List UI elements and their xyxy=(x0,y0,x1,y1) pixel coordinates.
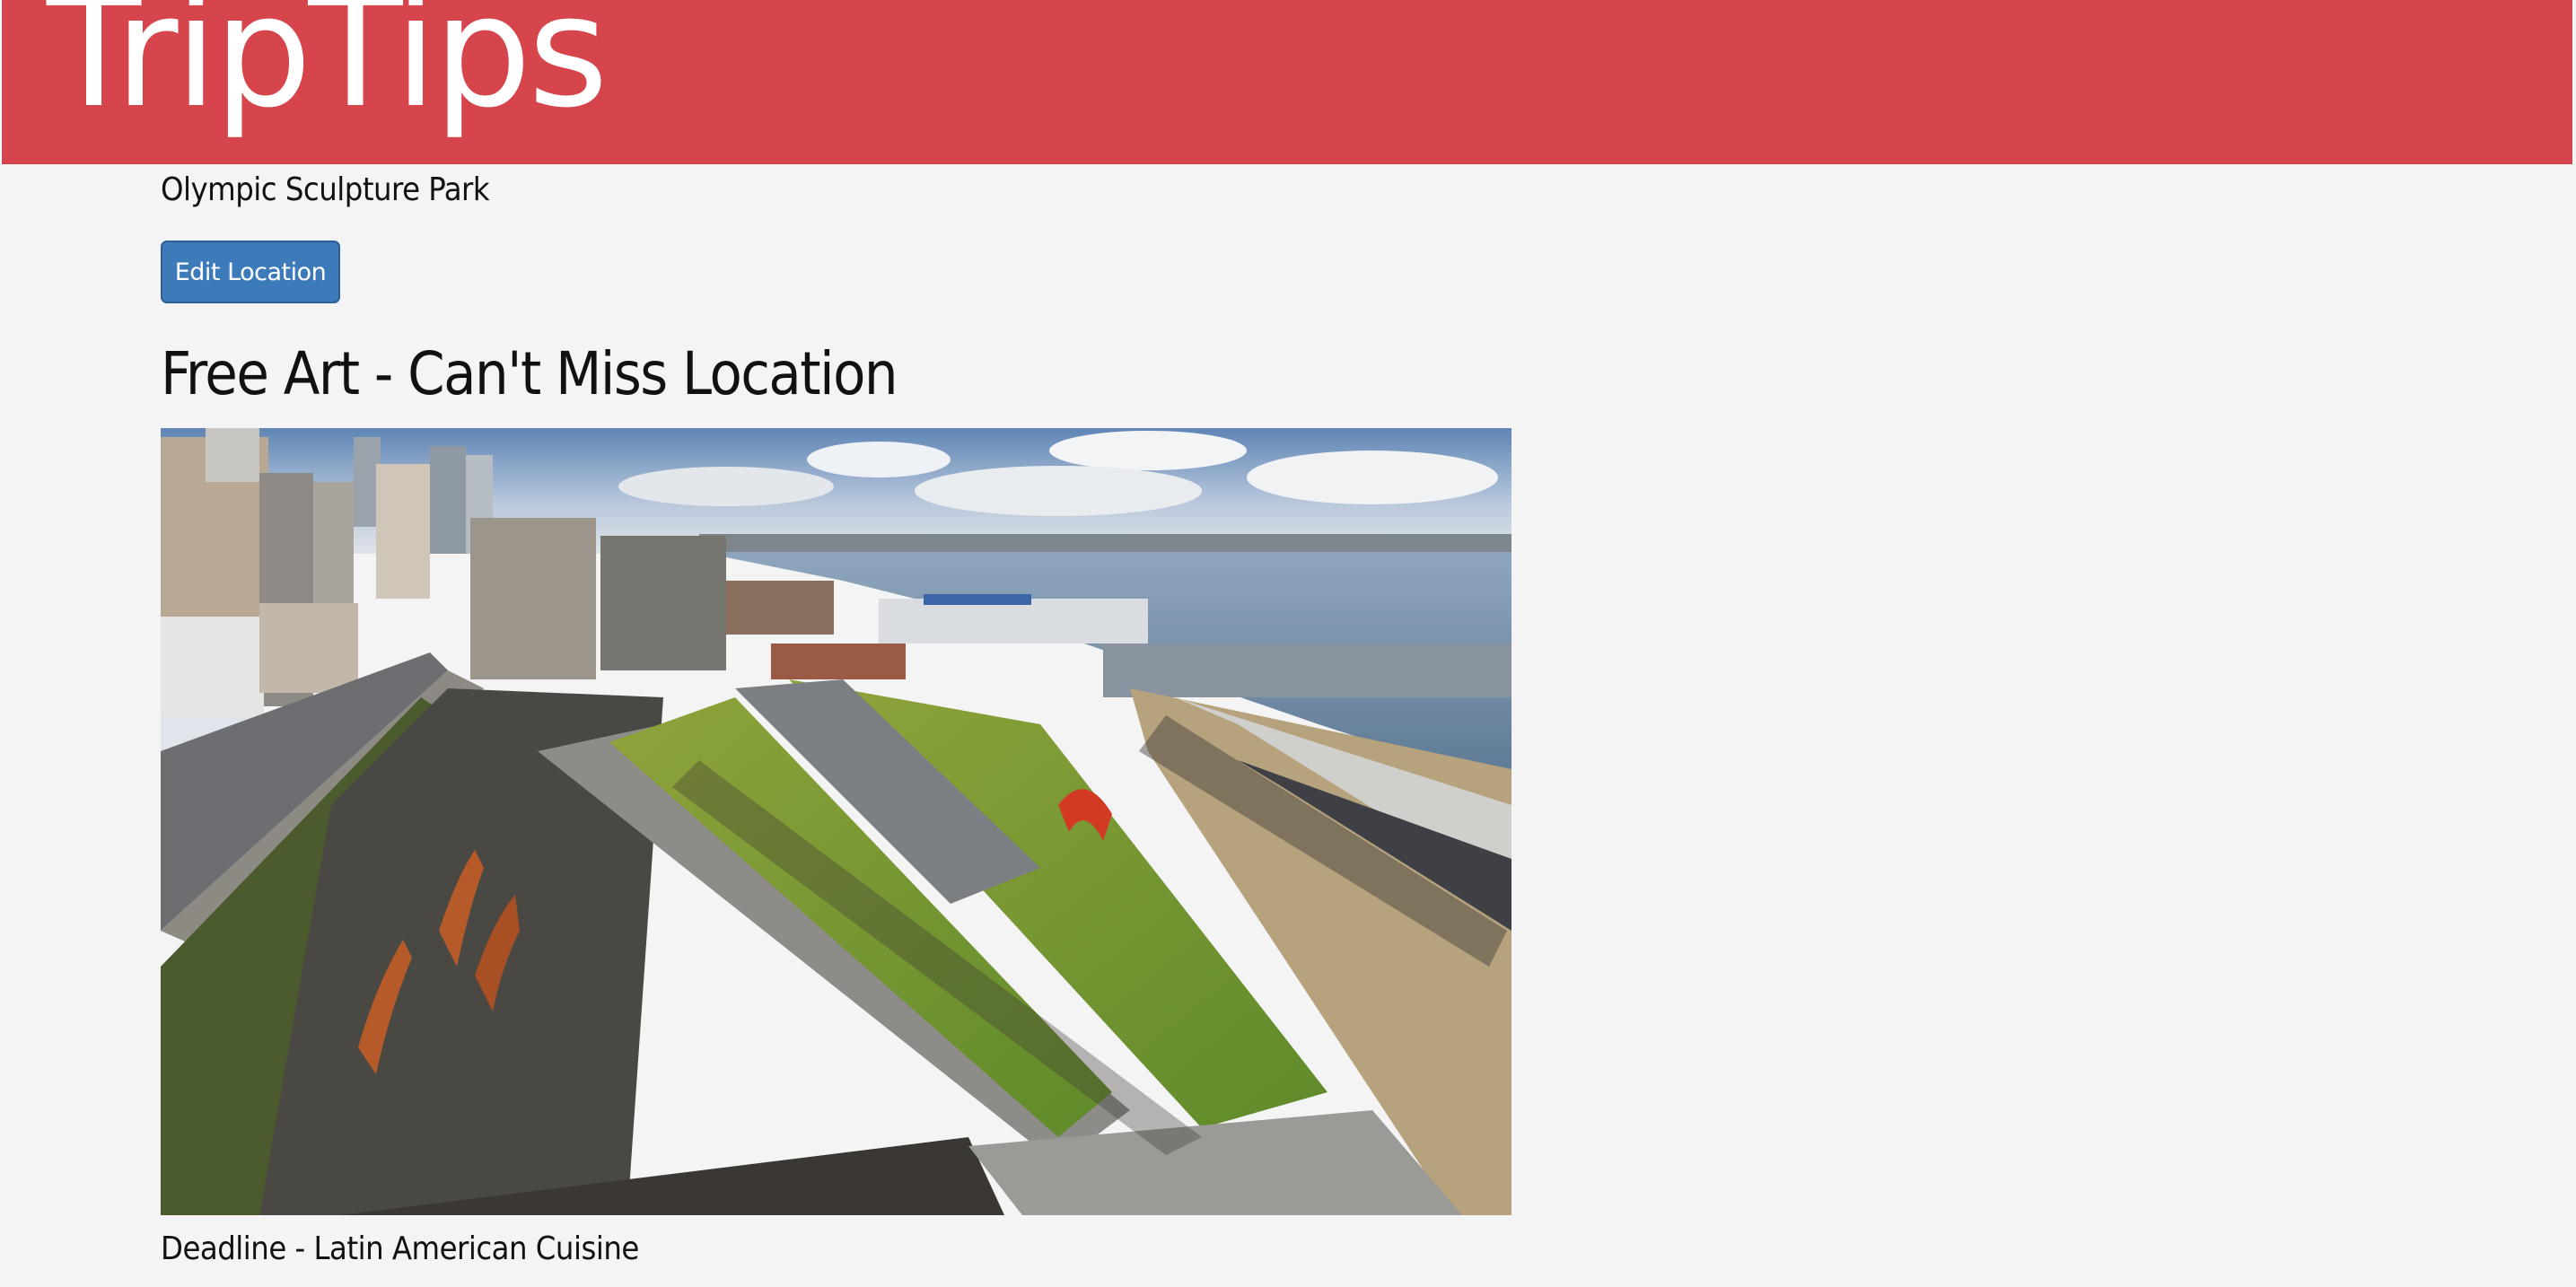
edit-location-button[interactable]: Edit Location xyxy=(161,241,340,303)
location-name: Olympic Sculpture Park xyxy=(161,171,490,208)
location-photo xyxy=(161,428,1511,1215)
next-location-title: Deadline - Latin American Cuisine xyxy=(161,1230,639,1267)
tip-title: Free Art - Can't Miss Location xyxy=(161,339,898,408)
app-header: TripTips xyxy=(0,0,2574,164)
triptips-logo[interactable]: TripTips xyxy=(47,0,609,129)
